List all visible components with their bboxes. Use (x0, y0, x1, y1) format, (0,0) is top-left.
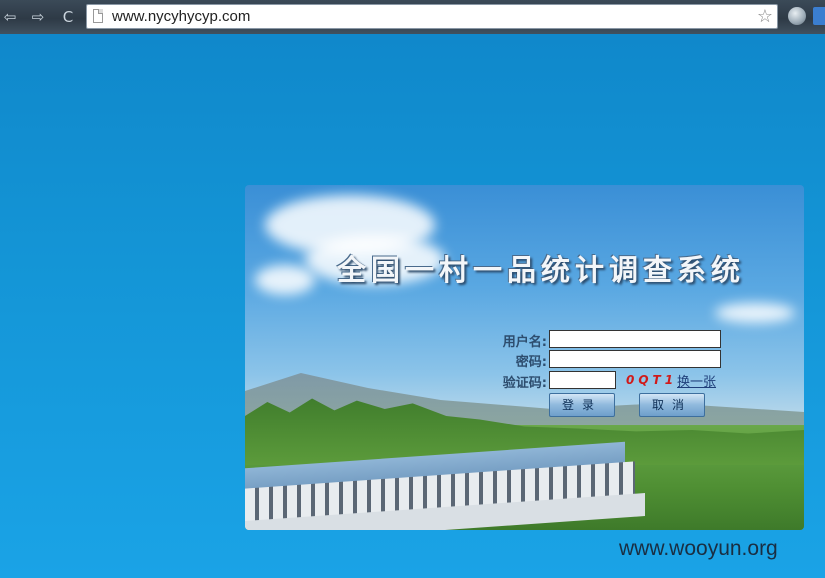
cancel-button[interactable]: 取消 (639, 393, 705, 417)
captcha-label: 验证码: (502, 376, 547, 391)
username-input[interactable] (549, 330, 721, 348)
globe-icon[interactable] (788, 7, 806, 25)
login-panel: 全国一村一品统计调查系统 用户名: 密码: 验证码: 0QT1 换一张 登录 取… (245, 185, 804, 530)
watermark-text: www.wooyun.org (619, 537, 778, 560)
password-input[interactable] (549, 350, 721, 368)
username-label: 用户名: (502, 335, 547, 350)
login-button[interactable]: 登录 (549, 393, 615, 417)
page-icon (93, 9, 103, 23)
system-title: 全国一村一品统计调查系统 (337, 253, 746, 287)
refresh-captcha-link[interactable]: 换一张 (677, 371, 716, 390)
url-text[interactable]: www.nycyhycyp.com (112, 7, 250, 26)
browser-toolbar: ⇦ ⇨ C www.nycyhycyp.com ☆ (0, 0, 825, 34)
address-bar[interactable]: www.nycyhycyp.com ☆ (86, 4, 778, 29)
cloud-decoration (255, 265, 315, 295)
extension-icon[interactable] (813, 7, 825, 25)
back-icon[interactable]: ⇦ (0, 7, 20, 27)
captcha-image[interactable]: 0QT1 (626, 373, 677, 387)
cloud-decoration (715, 303, 795, 323)
bookmark-star-icon[interactable]: ☆ (757, 5, 773, 28)
captcha-input[interactable] (549, 371, 616, 389)
forward-icon[interactable]: ⇨ (28, 7, 48, 27)
password-label: 密码: (515, 355, 547, 370)
reload-icon[interactable]: C (58, 7, 78, 27)
